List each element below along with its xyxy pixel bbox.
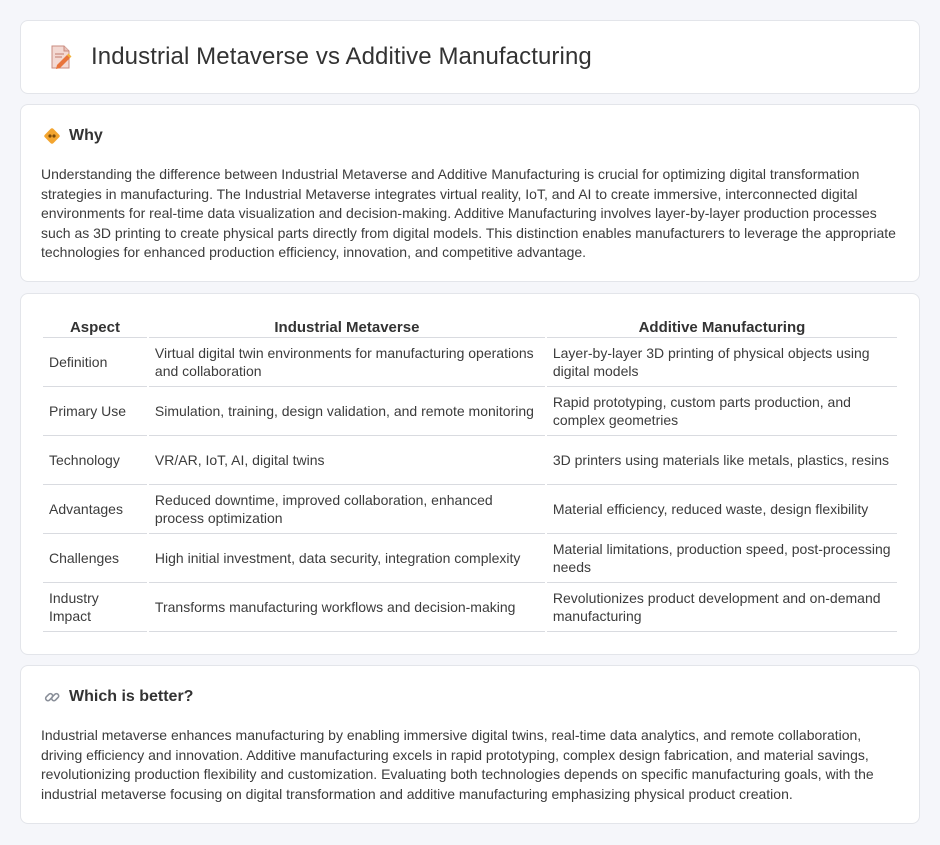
page-title: Industrial Metaverse vs Additive Manufac… [91,43,592,70]
header-card: Industrial Metaverse vs Additive Manufac… [20,20,920,94]
comparison-table: Aspect Industrial Metaverse Additive Man… [41,314,899,632]
table-header-row: Aspect Industrial Metaverse Additive Man… [43,314,897,338]
document-edit-icon [49,43,73,71]
additive-cell: 3D printers using materials like metals,… [546,436,897,485]
metaverse-cell: Simulation, training, design validation,… [148,387,545,436]
why-text: Understanding the difference between Ind… [41,166,896,261]
additive-cell: Material efficiency, reduced waste, desi… [546,485,897,534]
aspect-cell: Technology [43,436,147,485]
aspect-cell: Definition [43,338,147,387]
metaverse-cell: Transforms manufacturing workflows and d… [148,583,545,632]
table-row: Advantages Reduced downtime, improved co… [43,485,897,534]
link-icon [43,688,61,706]
additive-cell: Rapid prototyping, custom parts producti… [546,387,897,436]
additive-cell: Material limitations, production speed, … [546,534,897,583]
why-section: Why Understanding the difference between… [20,104,920,282]
which-is-better-title: Which is better? [69,688,194,705]
metaverse-cell: Reduced downtime, improved collaboration… [148,485,545,534]
metaverse-cell: High initial investment, data security, … [148,534,545,583]
header-aspect: Aspect [43,314,147,338]
why-title: Why [69,127,103,144]
diamond-sign-icon [43,127,61,145]
additive-cell: Revolutionizes product development and o… [546,583,897,632]
which-is-better-section: Which is better? Industrial metaverse en… [20,665,920,824]
table-row: Definition Virtual digital twin environm… [43,338,897,387]
comparison-table-card: Aspect Industrial Metaverse Additive Man… [20,293,920,655]
table-row: Challenges High initial investment, data… [43,534,897,583]
aspect-cell: Challenges [43,534,147,583]
metaverse-cell: VR/AR, IoT, AI, digital twins [148,436,545,485]
metaverse-cell: Virtual digital twin environments for ma… [148,338,545,387]
header-industrial-metaverse: Industrial Metaverse [148,314,545,338]
additive-cell: Layer-by-layer 3D printing of physical o… [546,338,897,387]
aspect-cell: Advantages [43,485,147,534]
which-is-better-text: Industrial metaverse enhances manufactur… [41,727,874,802]
aspect-cell: Primary Use [43,387,147,436]
header-additive-manufacturing: Additive Manufacturing [546,314,897,338]
table-row: Technology VR/AR, IoT, AI, digital twins… [43,436,897,485]
table-row: Industry Impact Transforms manufacturing… [43,583,897,632]
table-row: Primary Use Simulation, training, design… [43,387,897,436]
aspect-cell: Industry Impact [43,583,147,632]
